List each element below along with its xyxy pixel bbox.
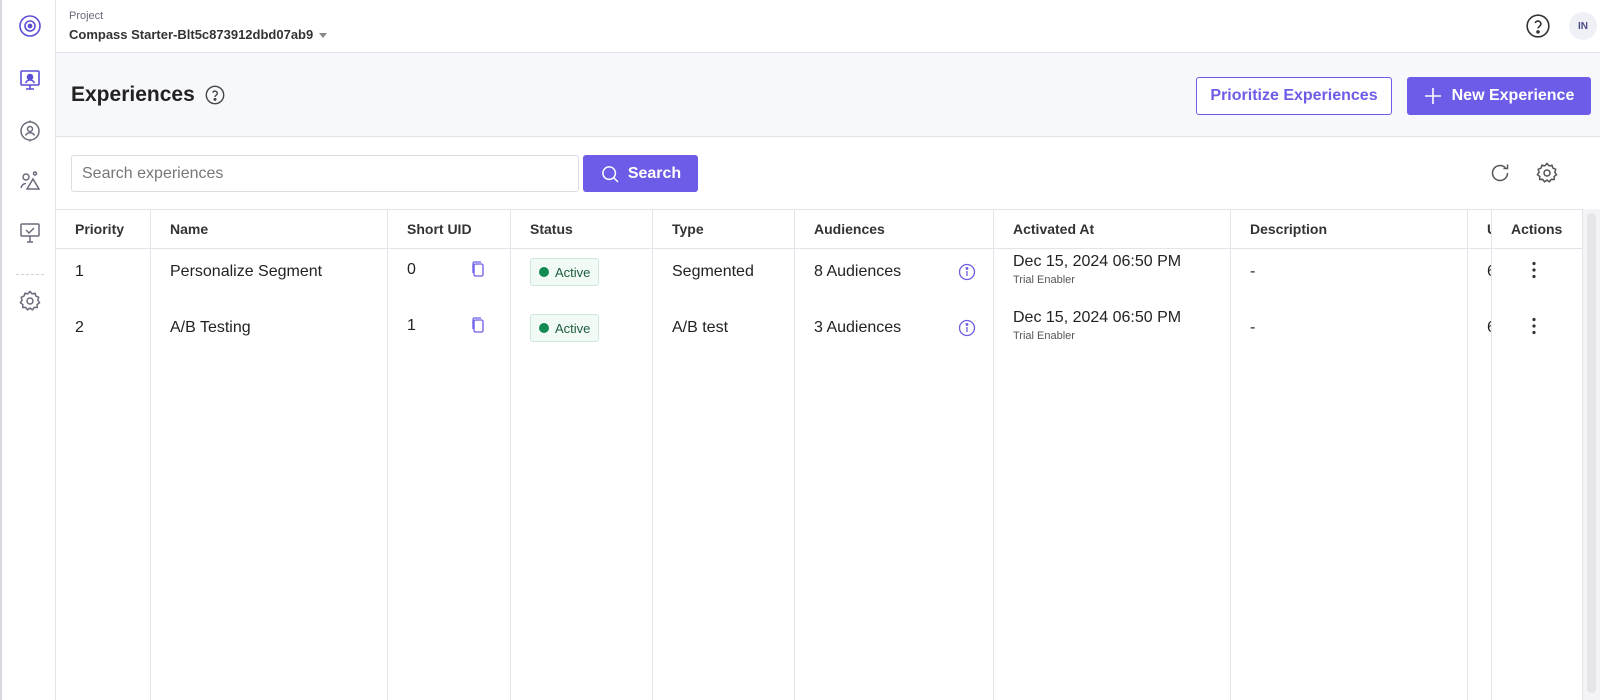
status-text: Active: [555, 320, 591, 336]
settings-icon[interactable]: [1535, 161, 1559, 185]
refresh-icon[interactable]: [1488, 161, 1512, 185]
header-actions: Actions: [1511, 221, 1563, 237]
search-icon: [601, 165, 619, 182]
header-short-uid[interactable]: Short UID: [407, 210, 472, 248]
header-description[interactable]: Description: [1250, 210, 1327, 248]
header-type[interactable]: Type: [672, 210, 704, 248]
search-button-label: Search: [627, 164, 682, 182]
copy-icon[interactable]: [469, 316, 487, 334]
cell-type: A/B test: [672, 319, 729, 336]
project-name: Compass Starter-Blt5c873912dbd07ab9: [69, 27, 314, 42]
search-button[interactable]: Search: [583, 155, 698, 192]
header-divider: [56, 248, 1582, 249]
top-bar: Project Compass Starter-Blt5c873912dbd07…: [56, 0, 1600, 53]
events-nav-icon[interactable]: [10, 213, 50, 253]
table-scrollbar[interactable]: [1582, 209, 1600, 700]
cell-name[interactable]: A/B Testing: [170, 314, 251, 342]
plus-icon: [1424, 88, 1441, 104]
cell-activated-by: Trial Enabler: [1013, 330, 1075, 342]
compass-logo-icon[interactable]: [10, 6, 50, 46]
header-priority[interactable]: Priority: [75, 210, 124, 248]
page-title: Experiences: [71, 83, 195, 106]
search-input[interactable]: [71, 155, 579, 192]
left-rail: [0, 0, 56, 700]
experiences-nav-icon[interactable]: [10, 60, 50, 100]
scrollbar-thumb[interactable]: [1587, 213, 1596, 693]
status-badge: Active: [530, 314, 600, 342]
project-label: Project: [69, 10, 104, 22]
page-header: Experiences Prioritize Experiences New E…: [56, 53, 1600, 137]
header-divider: [1492, 248, 1583, 249]
more-vertical-icon[interactable]: [1524, 260, 1544, 280]
cell-priority: 1: [75, 263, 84, 280]
prioritize-experiences-button[interactable]: Prioritize Experiences: [1196, 77, 1392, 115]
status-dot: [539, 267, 549, 277]
new-experience-button[interactable]: New Experience: [1407, 77, 1591, 115]
header-name[interactable]: Name: [170, 210, 208, 248]
cell-audiences: 3 Audiences: [814, 319, 902, 336]
status-dot: [539, 323, 549, 333]
cell-activated-at: Dec 15, 2024 06:50 PM: [1013, 253, 1182, 270]
more-vertical-icon[interactable]: [1524, 316, 1544, 336]
header-activated-at[interactable]: Activated At: [1013, 210, 1094, 248]
header-audiences[interactable]: Audiences: [814, 210, 885, 248]
cell-description: -: [1250, 319, 1256, 336]
header-status[interactable]: Status: [530, 210, 573, 248]
cell-description: -: [1250, 263, 1256, 280]
cell-type: Segmented: [672, 263, 754, 280]
experiences-table: Priority Name Short UID Status Type Audi…: [56, 209, 1583, 700]
cell-priority: 2: [75, 319, 84, 336]
cell-activated-at: Dec 15, 2024 06:50 PM: [1013, 309, 1182, 326]
cell-audiences: 8 Audiences: [814, 263, 902, 280]
attributes-nav-icon[interactable]: [10, 161, 50, 201]
info-icon[interactable]: [958, 263, 976, 281]
actions-column: Actions: [1491, 210, 1583, 700]
cell-name[interactable]: Personalize Segment: [170, 258, 322, 286]
rail-divider: [16, 274, 44, 275]
status-text: Active: [555, 264, 591, 280]
info-icon[interactable]: [958, 319, 976, 337]
audiences-nav-icon[interactable]: [10, 111, 50, 151]
avatar[interactable]: IN: [1569, 12, 1597, 40]
column-priority: [56, 210, 151, 700]
cell-short-uid: 0: [407, 261, 416, 278]
project-selector[interactable]: Compass Starter-Blt5c873912dbd07ab9: [69, 27, 328, 42]
copy-icon[interactable]: [469, 260, 487, 278]
column-description: [1231, 210, 1468, 700]
settings-nav-icon[interactable]: [10, 281, 50, 321]
cell-short-uid: 1: [407, 317, 416, 334]
cell-activated-by: Trial Enabler: [1013, 274, 1075, 286]
help-icon[interactable]: [1525, 13, 1551, 39]
chevron-down-icon: [319, 33, 328, 38]
help-icon[interactable]: [204, 84, 226, 106]
status-badge: Active: [530, 258, 600, 286]
new-experience-label: New Experience: [1451, 87, 1575, 104]
